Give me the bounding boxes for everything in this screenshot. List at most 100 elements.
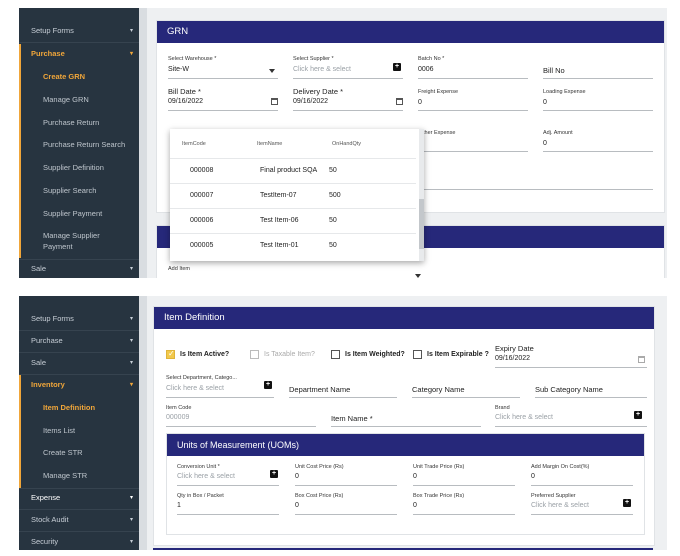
underline: [531, 514, 633, 515]
sidebar-item-purchase-return-search[interactable]: Purchase Return Search: [19, 136, 139, 154]
category-name-field[interactable]: Category Name: [412, 385, 465, 394]
sidebar-item-purchase[interactable]: Purchase ▾: [19, 45, 139, 63]
item-qty: 50: [329, 217, 337, 224]
expiry-date-input[interactable]: 09/16/2022: [495, 355, 530, 362]
qty-box-input[interactable]: 1: [177, 502, 181, 509]
qty-box-label: Qty in Box / Packet: [177, 493, 224, 499]
sidebar-item-setup-forms[interactable]: Setup Forms ▾: [19, 310, 139, 328]
delivery-date-label: Delivery Date *: [293, 87, 344, 96]
underline: [413, 485, 515, 486]
loading-input[interactable]: 0: [543, 99, 547, 106]
sidebar-item-supplier-definition[interactable]: Supplier Definition: [19, 159, 139, 177]
column-header: OnHandQty: [332, 141, 362, 147]
preferred-supplier-select[interactable]: Click here & select: [531, 502, 589, 509]
sidebar-item-stock-audit[interactable]: Stock Audit ▾: [19, 511, 139, 529]
sidebar-scrollbar[interactable]: [139, 296, 147, 550]
list-item[interactable]: 000005 Test Item-01 50: [170, 233, 416, 257]
brand-select[interactable]: Click here & select: [495, 414, 553, 421]
is-expirable-checkbox[interactable]: [413, 350, 422, 359]
department-name-field[interactable]: Department Name: [289, 385, 350, 394]
list-item[interactable]: 000008 Final product SQA 50: [170, 158, 416, 182]
next-section-header: [153, 548, 653, 550]
item-code: 000008: [190, 167, 214, 174]
chevron-down-icon[interactable]: [415, 274, 421, 278]
sidebar-item-purchase-return[interactable]: Purchase Return: [19, 114, 139, 132]
sidebar-item-setup-forms[interactable]: Setup Forms ▾: [19, 22, 139, 40]
calendar-icon[interactable]: [638, 356, 645, 363]
calendar-icon[interactable]: [271, 98, 278, 105]
is-item-active-checkbox[interactable]: [166, 349, 175, 359]
add-department-button[interactable]: +: [264, 381, 272, 389]
delivery-date-input[interactable]: 09/16/2022: [293, 98, 328, 105]
sidebar-item-security[interactable]: Security ▾: [19, 533, 139, 550]
chevron-down-icon: ▾: [129, 495, 133, 501]
unit-cost-input[interactable]: 0: [295, 473, 299, 480]
sidebar-item-expense[interactable]: Expense ▾: [19, 489, 139, 507]
is-weighted-checkbox[interactable]: [331, 350, 340, 359]
sidebar: Setup Forms ▾ Purchase ▾ Create GRN Manage…: [19, 8, 139, 278]
underline: [412, 397, 520, 398]
adj-amount-input[interactable]: 0: [543, 140, 547, 147]
sub-category-name-field[interactable]: Sub Category Name: [535, 385, 603, 394]
underline: [331, 426, 481, 427]
department-select[interactable]: Click here & select: [166, 385, 224, 392]
item-name: Test Item-01: [260, 242, 299, 249]
sidebar-item-manage-supplier-payment[interactable]: Manage Supplier Payment: [19, 230, 129, 254]
add-preferred-supplier-button[interactable]: +: [623, 499, 631, 507]
sidebar-scrollbar[interactable]: [139, 8, 147, 278]
underline: [543, 110, 653, 111]
item-code-input[interactable]: 000009: [166, 414, 189, 421]
chevron-down-icon: [269, 69, 275, 73]
warehouse-label: Select Warehouse *: [168, 56, 217, 62]
sidebar-item-inventory[interactable]: Inventory ▾: [19, 376, 139, 394]
chevron-down-icon: ▾: [129, 338, 133, 344]
list-item[interactable]: 000007 TestItem-07 500: [170, 183, 416, 207]
underline: [295, 485, 397, 486]
item-dropdown: ItemCode ItemName OnHandQty 000008 Final…: [170, 129, 424, 261]
sidebar-item-supplier-payment[interactable]: Supplier Payment: [19, 205, 139, 223]
sidebar-item-sale[interactable]: Sale ▾: [19, 260, 139, 278]
item-qty: 500: [329, 192, 341, 199]
batch-input[interactable]: 0006: [418, 66, 434, 73]
unit-trade-input[interactable]: 0: [413, 473, 417, 480]
add-conversion-unit-button[interactable]: +: [270, 470, 278, 478]
bill-no-input[interactable]: Bill No: [543, 66, 565, 75]
unit-trade-label: Unit Trade Price (Rs): [413, 464, 465, 470]
sidebar-item-purchase[interactable]: Purchase ▾: [19, 332, 139, 350]
sidebar-item-items-list[interactable]: Items List: [19, 422, 139, 440]
freight-input[interactable]: 0: [418, 99, 422, 106]
box-cost-input[interactable]: 0: [295, 502, 299, 509]
dropdown-scrollbar-thumb[interactable]: [419, 199, 424, 249]
sidebar-item-item-definition[interactable]: Item Definition: [19, 399, 139, 417]
sidebar-item-supplier-search[interactable]: Supplier Search: [19, 182, 139, 200]
is-taxable-checkbox[interactable]: [250, 350, 259, 359]
margin-input[interactable]: 0: [531, 473, 535, 480]
card-title: Item Definition: [154, 307, 654, 329]
item-name: Final product SQA: [260, 167, 318, 174]
sidebar-item-create-str[interactable]: Create STR: [19, 444, 139, 462]
underline: [418, 151, 528, 152]
add-item-label: Add Item: [168, 266, 191, 272]
unit-cost-label: Unit Cost Price (Rs): [295, 464, 344, 470]
conversion-unit-select[interactable]: Click here & select: [177, 473, 235, 480]
underline: [495, 367, 647, 368]
divider: [19, 352, 139, 353]
supplier-select[interactable]: Click here & select: [293, 66, 351, 73]
column-header: ItemName: [257, 141, 283, 147]
sidebar-item-manage-grn[interactable]: Manage GRN: [19, 91, 139, 109]
underline: [531, 485, 633, 486]
bill-date-input[interactable]: 09/16/2022: [168, 98, 203, 105]
warehouse-select[interactable]: Site-W: [168, 66, 189, 73]
sidebar-item-create-grn[interactable]: Create GRN: [19, 68, 139, 86]
sidebar-item-sale[interactable]: Sale ▾: [19, 354, 139, 372]
sidebar-item-manage-str[interactable]: Manage STR: [19, 467, 139, 485]
add-supplier-button[interactable]: +: [393, 63, 401, 71]
item-name-field[interactable]: Item Name *: [331, 414, 373, 423]
calendar-icon[interactable]: [396, 98, 403, 105]
add-brand-button[interactable]: +: [634, 411, 642, 419]
list-item[interactable]: 000006 Test Item-06 50: [170, 208, 416, 232]
sidebar-item-label: Purchase: [31, 336, 63, 345]
item-code: 000005: [190, 242, 214, 249]
uom-title: Units of Measurement (UOMs): [167, 434, 644, 456]
box-trade-input[interactable]: 0: [413, 502, 417, 509]
